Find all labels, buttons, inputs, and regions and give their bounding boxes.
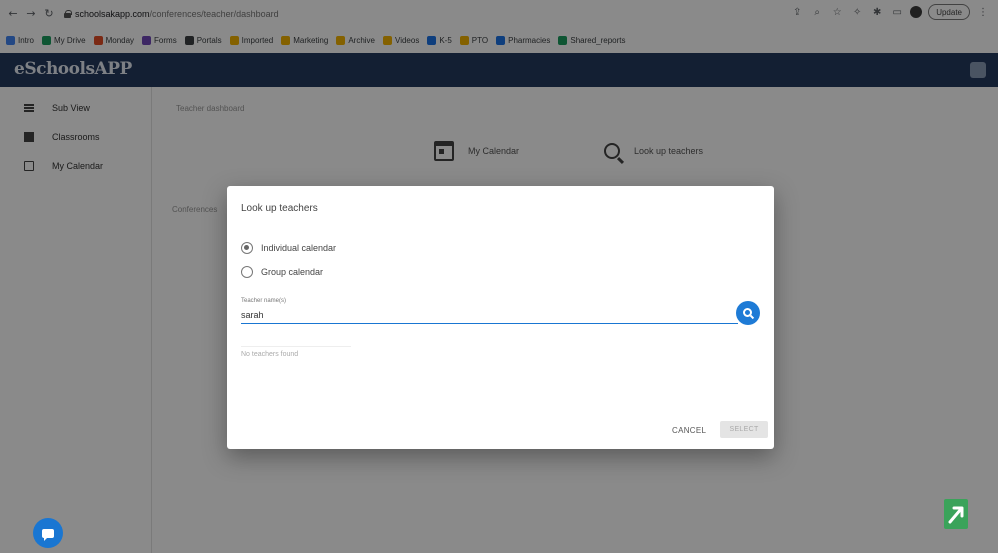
radio-checked-icon[interactable] — [241, 242, 253, 254]
search-button[interactable] — [736, 301, 760, 325]
chat-button[interactable] — [33, 518, 63, 548]
teacher-name-label: Teacher name(s) — [241, 298, 287, 304]
results-note: No teachers found — [241, 346, 351, 358]
select-button[interactable]: SELECT — [720, 421, 768, 438]
look-up-teachers-dialog: Look up teachers Individual calendar Gro… — [227, 186, 774, 449]
chat-icon — [42, 528, 54, 541]
teacher-name-input[interactable] — [241, 307, 738, 324]
option-label: Group calendar — [261, 267, 324, 277]
dialog-title: Look up teachers — [241, 203, 318, 214]
expand-icon[interactable] — [941, 497, 971, 531]
search-icon — [742, 307, 752, 317]
individual-calendar-option[interactable]: Individual calendar — [241, 242, 336, 254]
option-label: Individual calendar — [261, 243, 337, 253]
cancel-button[interactable]: CANCEL — [672, 426, 706, 435]
radio-unchecked-icon[interactable] — [241, 266, 253, 278]
group-calendar-option[interactable]: Group calendar — [241, 266, 323, 278]
